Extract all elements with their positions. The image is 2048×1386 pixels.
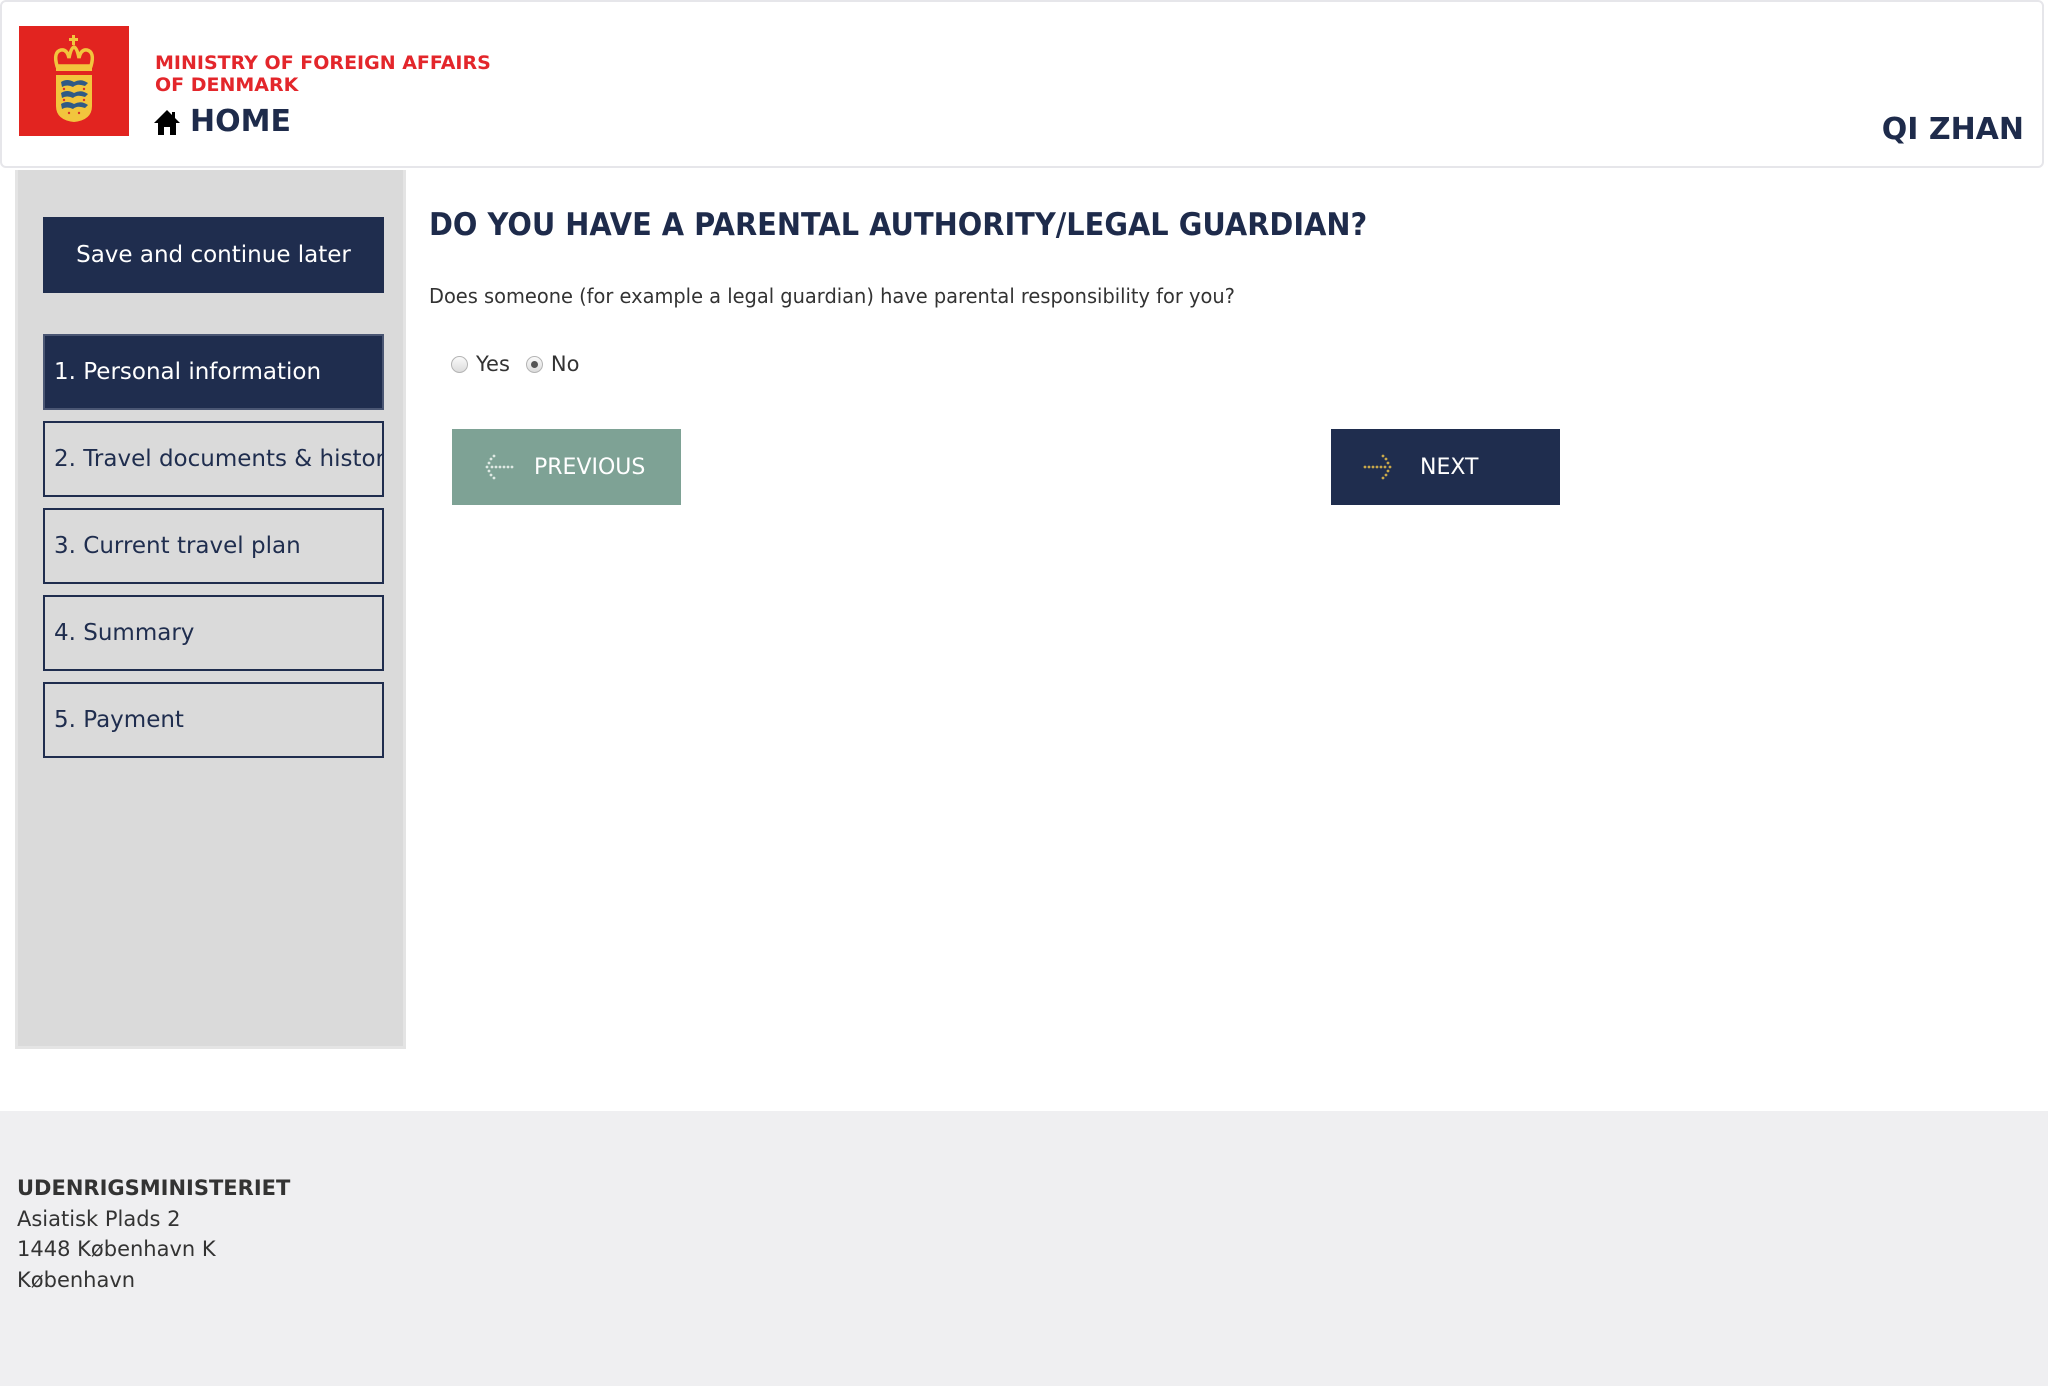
step-summary[interactable]: 4. Summary: [43, 595, 384, 671]
user-name[interactable]: QI ZHAN: [1882, 112, 2024, 147]
step-payment[interactable]: 5. Payment: [43, 682, 384, 758]
radio-no-label[interactable]: No: [551, 352, 580, 376]
step-current-travel-plan[interactable]: 3. Current travel plan: [43, 508, 384, 584]
previous-button[interactable]: PREVIOUS: [452, 429, 681, 505]
save-and-continue-later-button[interactable]: Save and continue later: [43, 217, 384, 293]
previous-label: PREVIOUS: [534, 454, 646, 480]
footer-city: København: [17, 1267, 136, 1292]
home-icon: [154, 109, 180, 135]
home-link[interactable]: HOME: [153, 104, 291, 139]
next-label: NEXT: [1420, 454, 1479, 480]
coat-of-arms-logo[interactable]: [19, 26, 129, 136]
site-header: MINISTRY OF FOREIGN AFFAIRS OF DENMARK H…: [0, 0, 2044, 168]
step-personal-information[interactable]: 1. Personal information: [43, 334, 384, 410]
footer-org-name: UDENRIGSMINISTERIET: [17, 1176, 291, 1200]
radio-option-yes[interactable]: Yes: [451, 352, 510, 376]
radio-yes-label[interactable]: Yes: [476, 352, 510, 376]
radio-no[interactable]: [525, 355, 543, 373]
footer-address: UDENRIGSMINISTERIET Asiatisk Plads 2 144…: [17, 1173, 290, 1295]
page-title: DO YOU HAVE A PARENTAL AUTHORITY/LEGAL G…: [429, 207, 1368, 243]
footer-postal: 1448 København K: [17, 1237, 216, 1261]
radio-yes[interactable]: [451, 355, 468, 373]
coat-of-arms-icon: [53, 35, 95, 122]
ministry-name-line1: MINISTRY OF FOREIGN AFFAIRS: [155, 52, 491, 74]
ministry-name: MINISTRY OF FOREIGN AFFAIRS OF DENMARK: [155, 52, 495, 96]
next-button[interactable]: NEXT: [1331, 429, 1560, 505]
sidebar: Save and continue later 1. Personal info…: [15, 170, 406, 1049]
question-text: Does someone (for example a legal guardi…: [429, 284, 1235, 308]
footer-street: Asiatisk Plads 2: [17, 1206, 181, 1231]
parental-authority-radio-group: Yes No: [451, 352, 595, 376]
step-travel-documents-history[interactable]: 2. Travel documents & history: [43, 421, 384, 497]
home-label: HOME: [190, 104, 291, 139]
dotted-arrow-left-icon: [485, 454, 514, 480]
dotted-arrow-right-icon: [1363, 454, 1392, 480]
radio-option-no[interactable]: No: [525, 352, 580, 376]
site-footer: UDENRIGSMINISTERIET Asiatisk Plads 2 144…: [0, 1111, 2048, 1386]
ministry-name-line2: OF DENMARK: [155, 74, 299, 96]
